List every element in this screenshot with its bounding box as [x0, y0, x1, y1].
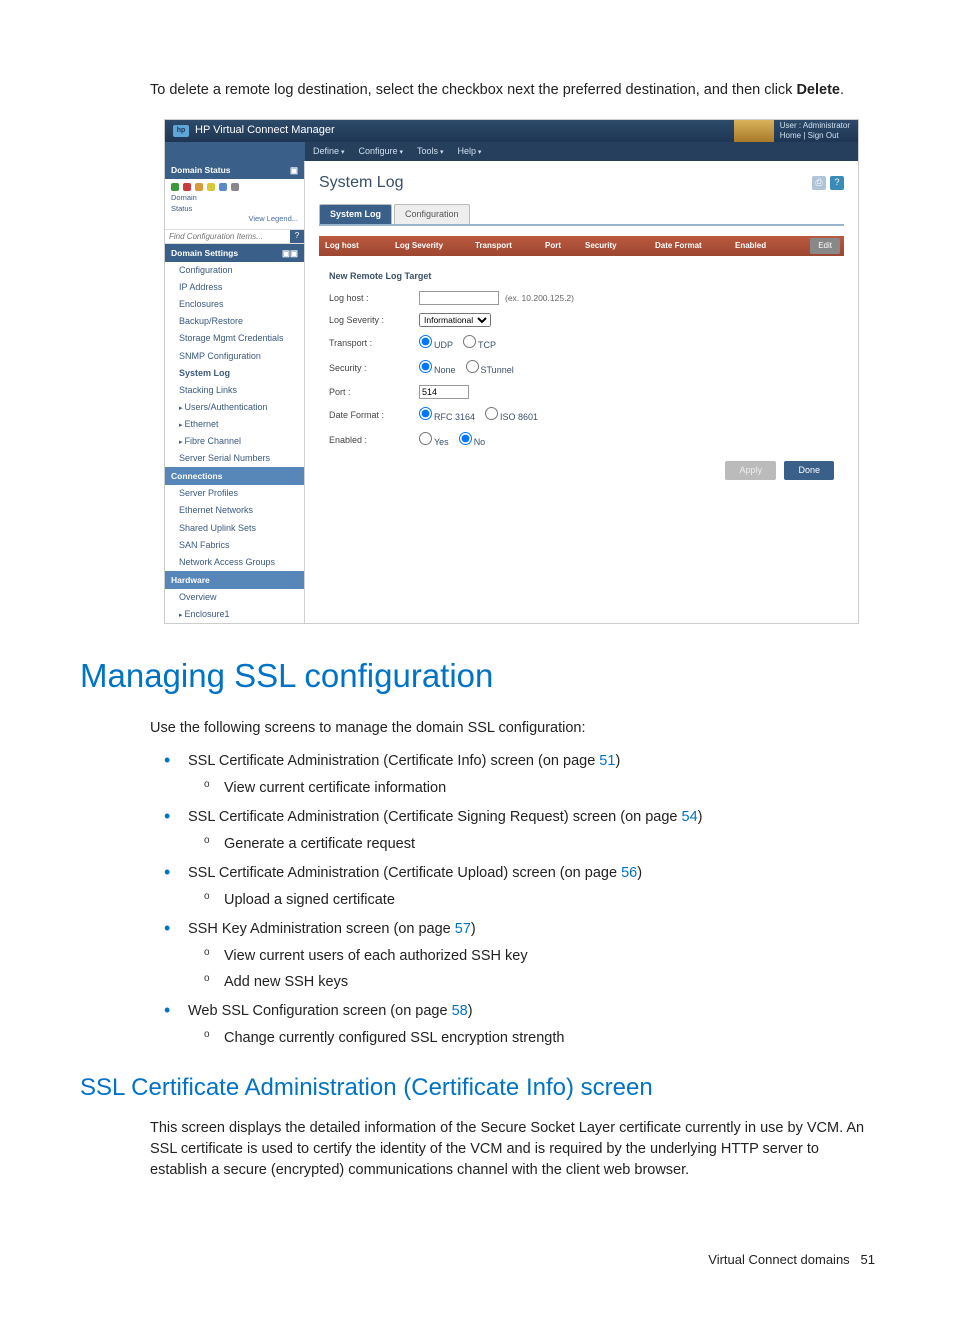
sub-list-item: View current certificate information	[188, 778, 879, 799]
label-transport: Transport :	[329, 337, 419, 350]
sidebar-item-server-serials[interactable]: Server Serial Numbers	[165, 450, 304, 467]
domain-status-header: Domain Status▣	[165, 161, 304, 179]
sidebar-item-users-auth[interactable]: Users/Authentication	[165, 399, 304, 416]
view-legend-link[interactable]: View Legend...	[171, 214, 298, 225]
para-cert-info: This screen displays the detailed inform…	[150, 1118, 879, 1181]
select-severity[interactable]: Informational	[419, 313, 491, 327]
tab-system-log[interactable]: System Log	[319, 204, 392, 224]
content-title: System Log ⎙ ?	[319, 171, 844, 194]
radio-udp[interactable]	[419, 335, 432, 348]
list-item: SSH Key Administration screen (on page 5…	[150, 919, 879, 993]
hp-logo-icon: hp	[173, 125, 189, 137]
user-info: User : Administrator Home | Sign Out	[780, 121, 850, 140]
sub-list-item: Change currently configured SSL encrypti…	[188, 1028, 879, 1049]
menu-configure[interactable]: Configure	[358, 145, 403, 158]
page-footer: Virtual Connect domains 51	[80, 1251, 879, 1270]
sidebar-item-backup-restore[interactable]: Backup/Restore	[165, 313, 304, 330]
sidebar-item-server-profiles[interactable]: Server Profiles	[165, 485, 304, 502]
sub-list-item: View current users of each authorized SS…	[188, 946, 879, 967]
sidebar-item-ethernet-networks[interactable]: Ethernet Networks	[165, 502, 304, 519]
list-item: SSL Certificate Administration (Certific…	[150, 751, 879, 799]
label-log-host: Log host :	[329, 292, 419, 305]
status-minor-icon	[207, 183, 215, 191]
heading-managing-ssl: Managing SSL configuration	[80, 652, 879, 700]
label-port: Port :	[329, 386, 419, 399]
app-screenshot: hp HP Virtual Connect Manager User : Adm…	[164, 119, 859, 624]
menu-define[interactable]: Define	[313, 145, 344, 158]
radio-stunnel[interactable]	[466, 360, 479, 373]
done-button[interactable]: Done	[784, 461, 834, 480]
sidebar-item-enclosure1[interactable]: Enclosure1	[165, 606, 304, 623]
input-log-host[interactable]	[419, 291, 499, 305]
bullet-list: SSL Certificate Administration (Certific…	[150, 751, 879, 1049]
page-link[interactable]: 57	[455, 921, 471, 937]
hardware-header: Hardware	[165, 571, 304, 589]
form-title: New Remote Log Target	[329, 270, 844, 283]
tab-strip: System Log Configuration	[319, 204, 844, 226]
status-unknown-icon	[231, 183, 239, 191]
help-icon[interactable]: ?	[830, 176, 844, 190]
page-link[interactable]: 56	[621, 865, 637, 881]
radio-enabled-no[interactable]	[459, 432, 472, 445]
list-item: Web SSL Configuration screen (on page 58…	[150, 1001, 879, 1049]
intro-paragraph: To delete a remote log destination, sele…	[150, 80, 879, 101]
tab-configuration[interactable]: Configuration	[394, 204, 470, 224]
table-header: Log host Log Severity Transport Port Sec…	[319, 236, 844, 256]
connections-header: Connections	[165, 467, 304, 485]
hint-log-host: (ex. 10.200.125.2)	[505, 292, 574, 304]
sub-list-item: Add new SSH keys	[188, 972, 879, 993]
apply-button[interactable]: Apply	[725, 461, 776, 480]
collapse-icon[interactable]: ▣	[290, 164, 298, 176]
search-go-icon[interactable]: ?	[290, 230, 304, 243]
header-graphic-icon	[734, 120, 774, 142]
radio-enabled-yes[interactable]	[419, 432, 432, 445]
label-security: Security :	[329, 362, 419, 375]
page-link[interactable]: 58	[452, 1003, 468, 1019]
sidebar: Domain Status▣ Domain Status	[165, 161, 305, 623]
sidebar-item-shared-uplink[interactable]: Shared Uplink Sets	[165, 520, 304, 537]
para-intro: Use the following screens to manage the …	[150, 718, 879, 739]
sub-list-item: Generate a certificate request	[188, 834, 879, 855]
label-severity: Log Severity :	[329, 314, 419, 327]
sidebar-search-input[interactable]	[165, 230, 290, 243]
sidebar-item-fibre-channel[interactable]: Fibre Channel	[165, 433, 304, 450]
status-ok-icon	[171, 183, 179, 191]
list-item: SSL Certificate Administration (Certific…	[150, 863, 879, 911]
sidebar-item-snmp[interactable]: SNMP Configuration	[165, 348, 304, 365]
list-item: SSL Certificate Administration (Certific…	[150, 807, 879, 855]
edit-button[interactable]: Edit	[810, 238, 840, 254]
domain-settings-header: Domain Settings▣▣	[165, 244, 304, 262]
app-title: HP Virtual Connect Manager	[195, 123, 335, 139]
status-info-icon	[219, 183, 227, 191]
sidebar-item-ip-address[interactable]: IP Address	[165, 279, 304, 296]
sub-list-item: Upload a signed certificate	[188, 890, 879, 911]
input-port[interactable]	[419, 385, 469, 399]
page-link[interactable]: 54	[682, 809, 698, 825]
status-major-icon	[195, 183, 203, 191]
status-critical-icon	[183, 183, 191, 191]
radio-rfc3164[interactable]	[419, 407, 432, 420]
radio-tcp[interactable]	[463, 335, 476, 348]
menu-tools[interactable]: Tools	[417, 145, 443, 158]
label-date-format: Date Format :	[329, 409, 419, 422]
sidebar-item-overview[interactable]: Overview	[165, 589, 304, 606]
sidebar-item-system-log[interactable]: System Log	[165, 365, 304, 382]
menu-help[interactable]: Help	[457, 145, 481, 158]
sidebar-item-network-access[interactable]: Network Access Groups	[165, 554, 304, 571]
print-icon[interactable]: ⎙	[812, 176, 826, 190]
sidebar-item-stacking-links[interactable]: Stacking Links	[165, 382, 304, 399]
sidebar-item-enclosures[interactable]: Enclosures	[165, 296, 304, 313]
heading-ssl-cert-info: SSL Certificate Administration (Certific…	[80, 1071, 879, 1106]
label-enabled: Enabled :	[329, 434, 419, 447]
sidebar-item-configuration[interactable]: Configuration	[165, 262, 304, 279]
sidebar-item-storage-creds[interactable]: Storage Mgmt Credentials	[165, 330, 304, 347]
sidebar-item-san-fabrics[interactable]: SAN Fabrics	[165, 537, 304, 554]
page-link[interactable]: 51	[599, 753, 615, 769]
sidebar-item-ethernet[interactable]: Ethernet	[165, 416, 304, 433]
radio-iso8601[interactable]	[485, 407, 498, 420]
radio-none[interactable]	[419, 360, 432, 373]
section-toggle-icon[interactable]: ▣▣	[282, 247, 298, 259]
